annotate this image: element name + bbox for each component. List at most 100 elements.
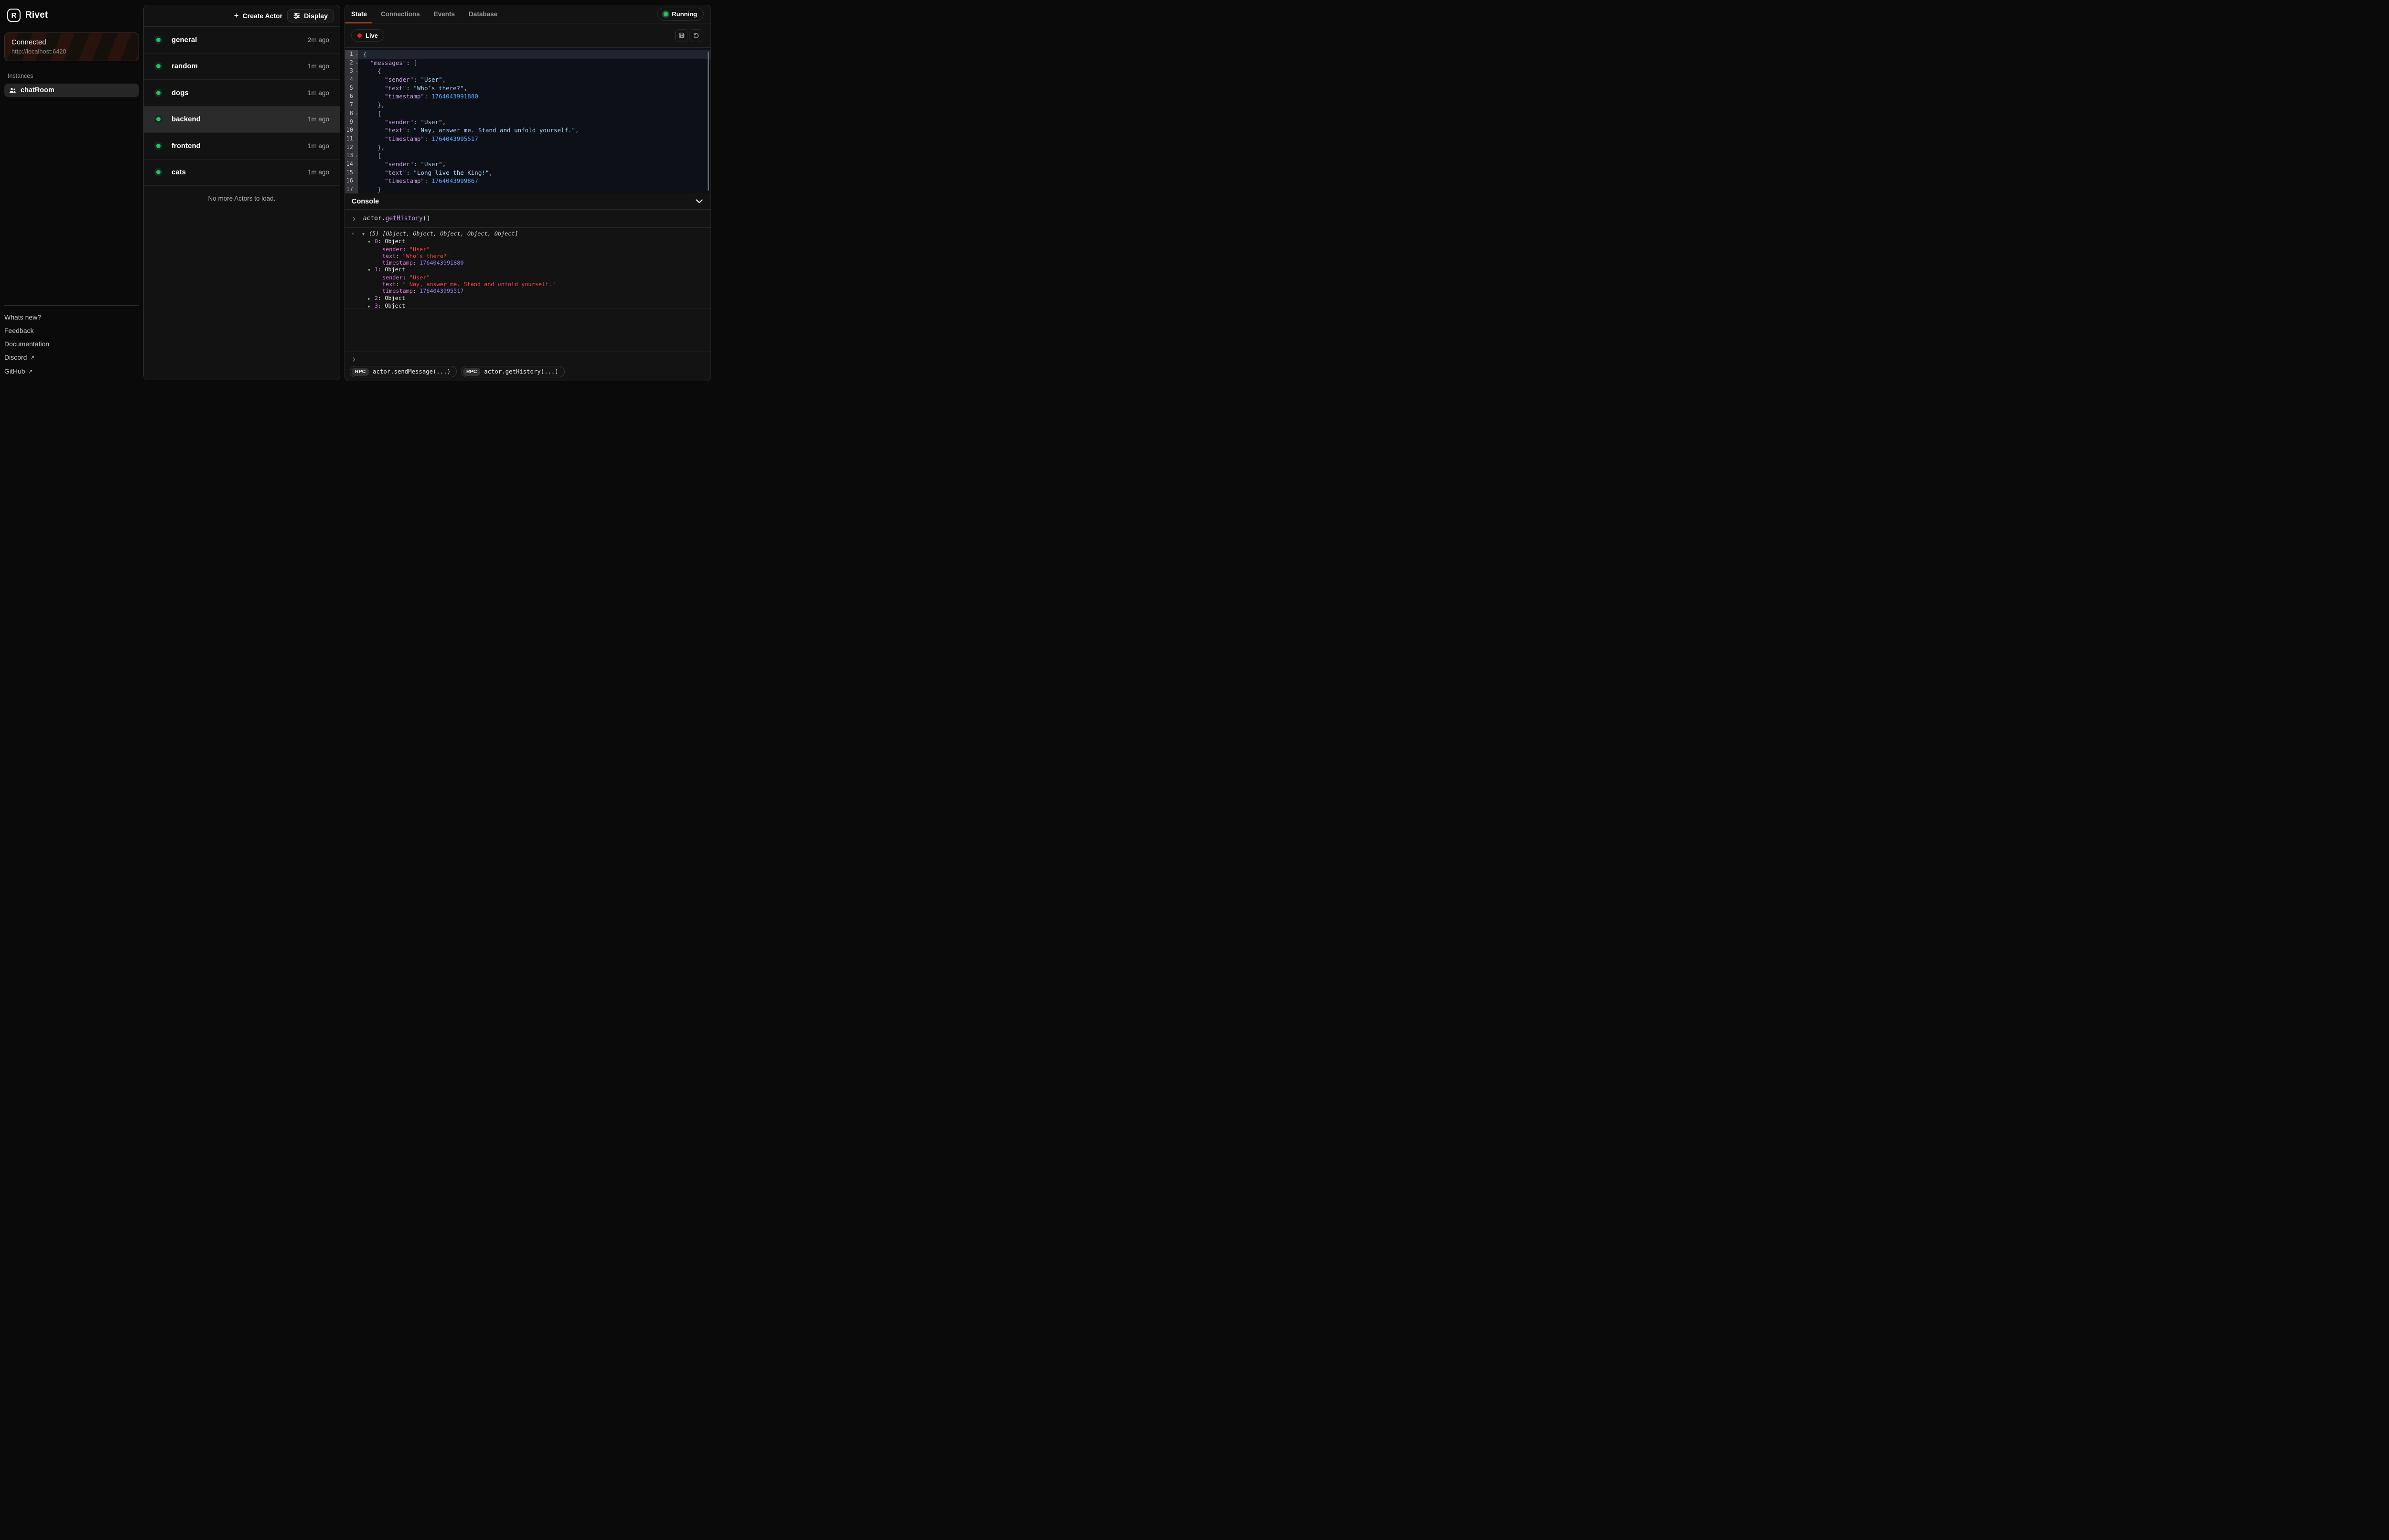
sidebar: R Rivet Connected http://localhost:6420 … [0, 0, 143, 385]
instance-label: chatRoom [21, 86, 54, 94]
actor-last-active: 1m ago [308, 116, 329, 123]
actor-row[interactable]: general2m ago [144, 27, 340, 53]
editor-line: 4 "sender": "User", [345, 75, 710, 84]
actor-status-dot-icon [156, 117, 161, 121]
chevron-down-icon[interactable] [696, 199, 703, 203]
rpc-badge: RPC [352, 368, 369, 376]
fold-chevron-icon[interactable]: ⌄ [355, 61, 358, 64]
console-header[interactable]: Console [345, 193, 710, 210]
console-history-entry[interactable]: › actor.getHistory() [345, 210, 710, 228]
line-number: 2⌄ [345, 59, 358, 67]
triangle-down-icon[interactable]: ▼ [368, 239, 375, 246]
editor-line: 15 "text": "Long live the King!", [345, 169, 710, 177]
code-segment: actor. [363, 215, 386, 222]
console-row: sender: "User" [345, 246, 710, 253]
sidebar-item-instance[interactable]: chatRoom [4, 84, 139, 97]
sidebar-link-github[interactable]: GitHub↗ [4, 364, 139, 378]
editor-line: 3⌄ { [345, 67, 710, 75]
console-row: text: " Nay, answer me. Stand and unfold… [345, 281, 710, 288]
display-button[interactable]: Display [287, 9, 334, 22]
console-row: text: "Who’s there?" [345, 253, 710, 259]
actor-row[interactable]: frontend1m ago [144, 133, 340, 160]
undo-rotate-icon [693, 32, 699, 39]
rpc-method-label: actor.sendMessage(...) [373, 368, 451, 375]
tab-events[interactable]: Events [434, 11, 455, 18]
sidebar-link-feedback[interactable]: Feedback [4, 324, 139, 337]
code-segment: "text" [385, 169, 406, 176]
editor-line: 10 "text": " Nay, answer me. Stand and u… [345, 126, 710, 135]
code-segment: getHistory [386, 215, 423, 222]
code-segment [363, 135, 385, 142]
console-row: ▼0: Object [345, 238, 710, 246]
code-segment: : [378, 302, 385, 309]
actor-row[interactable]: dogs1m ago [144, 80, 340, 107]
actor-last-active: 1m ago [308, 89, 329, 96]
status-badge[interactable]: Running [657, 8, 704, 21]
actor-status-dot-icon [156, 91, 161, 95]
actor-status-dot-icon [156, 170, 161, 174]
sidebar-link-discord[interactable]: Discord↗ [4, 351, 139, 364]
code-segment: "timestamp" [385, 135, 424, 142]
line-number: 8⌄ [345, 109, 358, 118]
code-segment: "User" [409, 274, 430, 281]
code-segment: : [378, 266, 385, 273]
code-segment: : [ [406, 59, 417, 66]
external-link-icon: ↗ [28, 368, 33, 375]
save-button[interactable] [675, 29, 688, 42]
code-segment: "timestamp" [385, 177, 424, 184]
actors-empty-message: No more Actors to load. [144, 195, 340, 202]
code-segment: "text" [385, 127, 406, 134]
code-segment: (5) [Object, Object, Object, Object, Obj… [369, 230, 518, 237]
actor-row[interactable]: backend1m ago [144, 107, 340, 133]
save-icon [678, 32, 685, 39]
actor-name: cats [172, 168, 308, 176]
console-history-command: actor.getHistory() [363, 215, 430, 222]
create-actor-label: Create Actor [243, 12, 283, 20]
code-segment: { [363, 110, 381, 117]
state-json-editor[interactable]: 1⌄{2⌄ "messages": [3⌄ {4 "sender": "User… [345, 47, 710, 193]
line-number: 7 [345, 101, 358, 109]
actor-row[interactable]: cats1m ago [144, 160, 340, 186]
restore-button[interactable] [689, 29, 702, 42]
actor-row[interactable]: random1m ago [144, 53, 340, 80]
code-segment: : [424, 177, 431, 184]
code-segment: "User" [420, 160, 442, 168]
code-segment: "messages" [370, 59, 406, 66]
line-number: 3⌄ [345, 67, 358, 75]
console-input-row[interactable]: › [345, 352, 710, 366]
code-segment: "User" [420, 118, 442, 126]
rpc-button[interactable]: RPC actor.sendMessage(...) [350, 366, 457, 377]
create-actor-button[interactable]: + Create Actor [234, 11, 282, 21]
fold-chevron-icon[interactable]: ⌄ [355, 111, 358, 115]
editor-line: 5 "text": "Who’s there?", [345, 84, 710, 93]
live-badge[interactable]: Live [351, 29, 384, 42]
fold-chevron-icon[interactable]: ⌄ [355, 52, 358, 56]
app-root: R Rivet Connected http://localhost:6420 … [0, 0, 715, 385]
editor-line: 8⌄ { [345, 109, 710, 118]
console-bottom: › RPC actor.sendMessage(...) RPCactor.getH… [345, 352, 710, 381]
sidebar-link-whats-new-[interactable]: Whats new? [4, 310, 139, 324]
tab-database[interactable]: Database [469, 11, 497, 18]
actor-last-active: 1m ago [308, 169, 329, 176]
console-row: timestamp: 1764043995517 [345, 288, 710, 294]
triangle-right-icon[interactable]: ▶ [368, 303, 375, 309]
rpc-button[interactable]: RPCactor.getHistory(...) [461, 366, 565, 377]
actors-panel: + Create Actor Display general2m agorand… [143, 5, 340, 380]
editor-scrollbar[interactable] [708, 52, 710, 191]
triangle-down-icon[interactable]: ▼ [368, 267, 375, 274]
code-segment [363, 76, 385, 83]
code-segment: : [413, 288, 420, 294]
fold-chevron-icon[interactable]: ⌄ [355, 153, 358, 157]
code-segment: "text" [385, 85, 406, 92]
actor-name: random [172, 62, 308, 70]
tab-connections[interactable]: Connections [381, 11, 420, 18]
editor-line: 14 "sender": "User", [345, 160, 710, 169]
triangle-right-icon[interactable]: ▶ [368, 296, 375, 302]
line-content: { [358, 67, 710, 75]
tab-state[interactable]: State [351, 11, 367, 18]
triangle-down-icon[interactable]: ▼ [362, 231, 369, 238]
state-toolbar: Live [345, 23, 710, 47]
sidebar-link-documentation[interactable]: Documentation [4, 337, 139, 351]
line-content: }, [358, 101, 710, 109]
fold-chevron-icon[interactable]: ⌄ [355, 69, 358, 73]
